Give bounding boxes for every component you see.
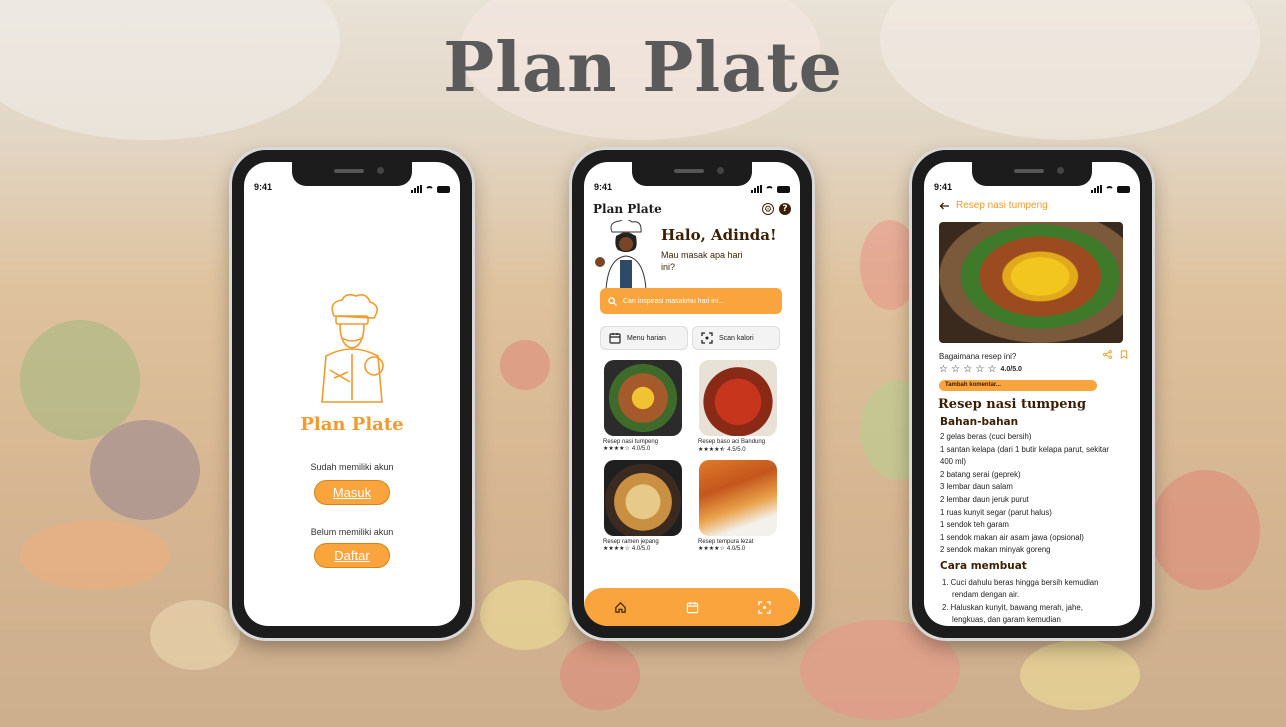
rating-value: 4.0/5.0 — [1000, 366, 1022, 373]
phone-login-screen: 9:41 Plan Plate Sudah memiliki akun Masu… — [232, 150, 472, 638]
ingredients-list: 2 gelas beras (cuci bersih) 1 santan kel… — [940, 431, 1120, 557]
food-image — [699, 360, 777, 436]
help-icon[interactable]: ? — [779, 203, 791, 215]
recipe-title: Resep nasi tumpeng — [938, 397, 1087, 412]
recipe-card-baso-aci[interactable]: Resep baso aci Bandung ★★★★⯪ 4.5/5.0 — [698, 360, 778, 455]
step-item: 1. Cuci dahulu beras hingga bersih kemud… — [942, 578, 1099, 600]
wifi-icon — [1105, 185, 1114, 193]
scan-kalori-label: Scan kalori — [719, 334, 754, 342]
phone-home-screen: 9:41 Plan Plate ⚙ ? Halo, Adinda! Mau ma… — [572, 150, 812, 638]
ingredient-item: 1 santan kelapa (dari 1 butir kelapa par… — [940, 444, 1110, 467]
rating-stars[interactable]: ☆ ☆ ☆ ☆ ☆ 4.0/5.0 — [939, 364, 1022, 375]
back-title: Resep nasi tumpeng — [956, 200, 1048, 211]
calendar-icon[interactable] — [686, 601, 699, 614]
menu-harian-label: Menu harian — [627, 334, 666, 342]
status-time: 9:41 — [594, 182, 613, 192]
battery-icon — [777, 185, 790, 193]
app-logo: Plan Plate — [593, 202, 662, 216]
ingredient-item: 3 lembar daun salam — [940, 482, 1013, 492]
ingredient-item: 1 sendok makan air asam jawa (opsional) — [940, 532, 1084, 542]
step-item: 2. Haluskan kunyit, bawang merah, jahe, … — [942, 602, 1083, 625]
search-icon — [608, 296, 617, 306]
greeting-heading: Halo, Adinda! — [661, 226, 777, 244]
rating-question: Bagaimana resep ini? — [939, 352, 1017, 361]
food-image — [604, 460, 682, 536]
recipe-card-tumpeng[interactable]: Resep nasi tumpeng ★★★★☆ 4.0/5.0 — [603, 360, 683, 452]
settings-icon[interactable]: ⚙ — [762, 203, 774, 215]
wifi-icon — [765, 185, 774, 193]
ingredient-item: 2 gelas beras (cuci bersih) — [940, 432, 1032, 441]
arrow-left-icon — [939, 202, 949, 209]
star-rating-icon: ★★★★☆ — [698, 546, 725, 552]
food-image — [699, 460, 777, 536]
star-outline-icon[interactable]: ☆ ☆ ☆ ☆ ☆ — [939, 364, 997, 375]
food-image — [604, 360, 682, 436]
ingredient-item: 1 sendok teh garam — [940, 520, 1009, 530]
page-title: Plan Plate — [443, 28, 843, 108]
ingredient-item: 1 ruas kunyit segar (parut halus) — [940, 507, 1052, 517]
phone-recipe-screen: 9:41 Resep nasi tumpeng Bagaimana resep … — [912, 150, 1152, 638]
ingredient-item: 2 lembar daun jeruk purut — [940, 494, 1029, 504]
search-input[interactable]: Cari inspirasi masakmu hari ini... — [600, 288, 782, 314]
recipe-rating: 4.5/5.0 — [727, 447, 746, 453]
signal-icon — [411, 185, 422, 193]
search-placeholder: Cari inspirasi masakmu hari ini... — [623, 297, 725, 305]
have-account-label: Sudah memiliki akun — [310, 462, 394, 472]
signal-icon — [1091, 185, 1102, 193]
share-icon[interactable] — [1103, 350, 1112, 359]
chef-logo-icon — [321, 294, 384, 403]
phone-notch — [632, 162, 752, 186]
greeting-subtitle: Mau masak apa hari ini? — [661, 250, 743, 272]
recipe-card-ramen[interactable]: Resep ramen jepang ★★★★☆ 4.0/5.0 — [603, 460, 683, 552]
menu-harian-button[interactable]: Menu harian — [600, 326, 688, 350]
bookmark-icon[interactable] — [1120, 350, 1128, 359]
status-time: 9:41 — [254, 182, 273, 192]
register-button[interactable]: Daftar — [314, 543, 390, 568]
scan-icon[interactable] — [757, 600, 771, 614]
login-button[interactable]: Masuk — [314, 480, 390, 505]
add-comment-button[interactable]: Tambah komentar... — [939, 380, 1097, 391]
no-account-label: Belum memiliki akun — [310, 527, 394, 537]
calendar-icon — [609, 333, 621, 344]
steps-heading: Cara membuat — [940, 560, 1027, 572]
phone-notch — [972, 162, 1092, 186]
bottom-nav — [584, 588, 800, 626]
recipe-rating: 4.0/5.0 — [631, 545, 651, 552]
battery-icon — [437, 185, 450, 193]
brand-name: Plan Plate — [300, 414, 404, 435]
scan-icon — [701, 332, 713, 344]
ingredient-item: 2 batang serai (geprek) — [940, 469, 1021, 479]
phone-notch — [292, 162, 412, 186]
recipe-hero-image — [939, 222, 1123, 343]
status-time: 9:41 — [934, 182, 953, 192]
recipe-card-tempura[interactable]: Resep tempura lezat ★★★★☆ 4.0/5.0 — [698, 460, 778, 552]
star-rating-icon: ★★★★☆ — [603, 546, 630, 552]
star-rating-icon: ★★★★⯪ — [698, 447, 726, 453]
steps-list: 1. Cuci dahulu beras hingga bersih kemud… — [940, 577, 1118, 626]
signal-icon — [751, 185, 762, 193]
star-rating-icon: ★★★★☆ — [603, 446, 630, 452]
wifi-icon — [425, 185, 434, 193]
recipe-rating: 4.0/5.0 — [726, 545, 746, 552]
scan-kalori-button[interactable]: Scan kalori — [692, 326, 780, 350]
chef-avatar-illustration — [595, 220, 647, 290]
recipe-rating: 4.0/5.0 — [631, 445, 651, 452]
ingredients-heading: Bahan-bahan — [940, 416, 1019, 428]
ingredient-item: 2 sendok makan minyak goreng — [940, 545, 1051, 555]
back-button[interactable]: Resep nasi tumpeng — [939, 200, 1048, 211]
home-icon[interactable] — [614, 601, 627, 614]
battery-icon — [1117, 185, 1130, 193]
